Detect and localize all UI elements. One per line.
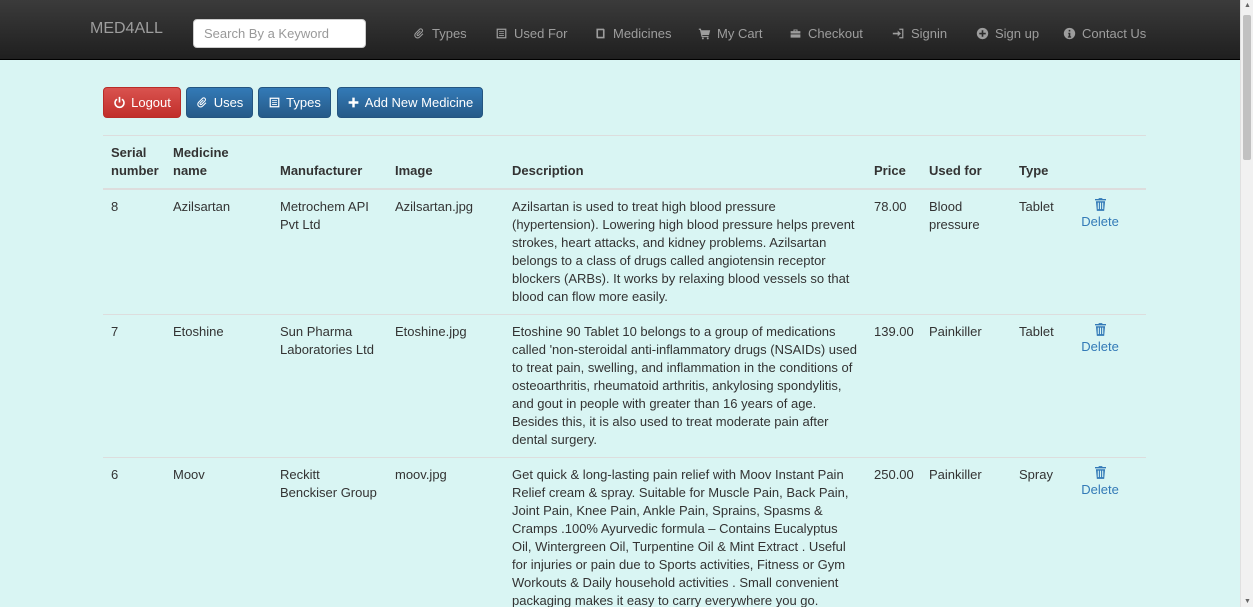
list-alt-icon [494,27,508,41]
cell-actions: Delete [1074,314,1146,458]
shopping-cart-icon [697,27,711,41]
header-serial-number: Serial number [103,135,165,190]
nav-medicines[interactable]: Medicines [593,26,672,41]
book-icon [593,27,607,41]
logout-button[interactable]: Logout [103,87,181,118]
header-price: Price [866,135,921,190]
header-used-for: Used for [921,135,1011,190]
cell-used-for: Painkiller [921,457,1011,607]
navbar: MED4ALL Types Used For Medicines My Cart… [0,0,1240,60]
nav-contact-us-label: Contact Us [1082,26,1147,41]
cell-description: Get quick & long-lasting pain relief wit… [504,457,866,607]
nav-types-label: Types [432,26,467,41]
info-sign-icon [1062,27,1076,41]
cell-type: Spray [1011,457,1074,607]
search-input[interactable] [193,19,366,48]
header-medicine-name: Medicine name [165,135,272,190]
table-row: 8 Azilsartan Metrochem API Pvt Ltd Azils… [103,188,1146,315]
cell-image: moov.jpg [387,457,504,607]
cell-price: 139.00 [866,314,921,458]
power-off-icon [114,96,125,109]
cell-serial: 6 [103,457,165,607]
paperclip-icon [196,97,207,108]
cell-description: Azilsartan is used to treat high blood p… [504,188,866,315]
types-button[interactable]: Types [258,87,331,118]
delete-label: Delete [1081,339,1119,354]
cell-used-for: Painkiller [921,314,1011,458]
vertical-scrollbar[interactable]: ▲ ▼ [1240,0,1253,607]
header-type: Type [1011,135,1074,190]
nav-checkout[interactable]: Checkout [788,26,863,41]
trash-icon [1094,323,1106,336]
nav-sign-up-label: Sign up [995,26,1040,41]
trash-icon [1094,198,1106,211]
delete-label: Delete [1081,482,1119,497]
cell-type: Tablet [1011,314,1074,458]
nav-checkout-label: Checkout [808,26,863,41]
delete-button[interactable]: Delete [1081,466,1119,499]
cell-manufacturer: Metrochem API Pvt Ltd [272,188,387,315]
table-row: 6 Moov Reckitt Benckiser Group moov.jpg … [103,457,1146,607]
medicines-table: Serial number Medicine name Manufacturer… [103,135,1146,607]
plus-sign-icon [975,27,989,41]
nav-used-for-label: Used For [514,26,568,41]
cell-actions: Delete [1074,457,1146,607]
header-manufacturer: Manufacturer [272,135,387,190]
nav-signin-label: Signin [911,26,948,41]
cell-used-for: Blood pressure [921,188,1011,315]
add-new-medicine-button[interactable]: Add New Medicine [337,87,483,118]
cell-serial: 7 [103,314,165,458]
brand-logo[interactable]: MED4ALL [90,20,163,38]
cell-serial: 8 [103,188,165,315]
cell-manufacturer: Sun Pharma Laboratories Ltd [272,314,387,458]
delete-label: Delete [1081,214,1119,229]
cell-manufacturer: Reckitt Benckiser Group [272,457,387,607]
header-description: Description [504,135,866,190]
cell-price: 78.00 [866,188,921,315]
cell-image: Azilsartan.jpg [387,188,504,315]
header-image: Image [387,135,504,190]
delete-button[interactable]: Delete [1081,323,1119,356]
uses-button[interactable]: Uses [186,87,253,118]
plus-icon [348,97,359,108]
nav-used-for[interactable]: Used For [494,26,567,41]
cell-description: Etoshine 90 Tablet 10 belongs to a group… [504,314,866,458]
scroll-down-arrow-icon[interactable]: ▼ [1244,598,1251,605]
cell-image: Etoshine.jpg [387,314,504,458]
trash-icon [1094,466,1106,479]
nav-my-cart-label: My Cart [717,26,763,41]
nav-sign-up[interactable]: Sign up [975,26,1039,41]
scroll-up-arrow-icon[interactable]: ▲ [1244,2,1251,9]
list-alt-icon [269,97,280,108]
uses-label: Uses [213,95,244,110]
logout-label: Logout [131,95,171,110]
add-new-medicine-label: Add New Medicine [364,95,474,110]
cell-price: 250.00 [866,457,921,607]
cell-medicine-name: Azilsartan [165,188,272,315]
cell-actions: Delete [1074,188,1146,315]
cell-medicine-name: Etoshine [165,314,272,458]
nav-medicines-label: Medicines [613,26,672,41]
paperclip-icon [412,27,426,41]
nav-signin[interactable]: Signin [891,26,947,41]
types-label: Types [286,95,321,110]
delete-button[interactable]: Delete [1081,198,1119,231]
header-actions [1074,135,1146,190]
cell-medicine-name: Moov [165,457,272,607]
scroll-thumb[interactable] [1243,15,1251,160]
table-row: 7 Etoshine Sun Pharma Laboratories Ltd E… [103,314,1146,458]
nav-contact-us[interactable]: Contact Us [1062,26,1146,41]
briefcase-icon [788,27,802,41]
nav-my-cart[interactable]: My Cart [697,26,763,41]
nav-types[interactable]: Types [412,26,467,41]
cell-type: Tablet [1011,188,1074,315]
log-in-icon [891,27,905,41]
table-header-row: Serial number Medicine name Manufacturer… [103,135,1146,190]
